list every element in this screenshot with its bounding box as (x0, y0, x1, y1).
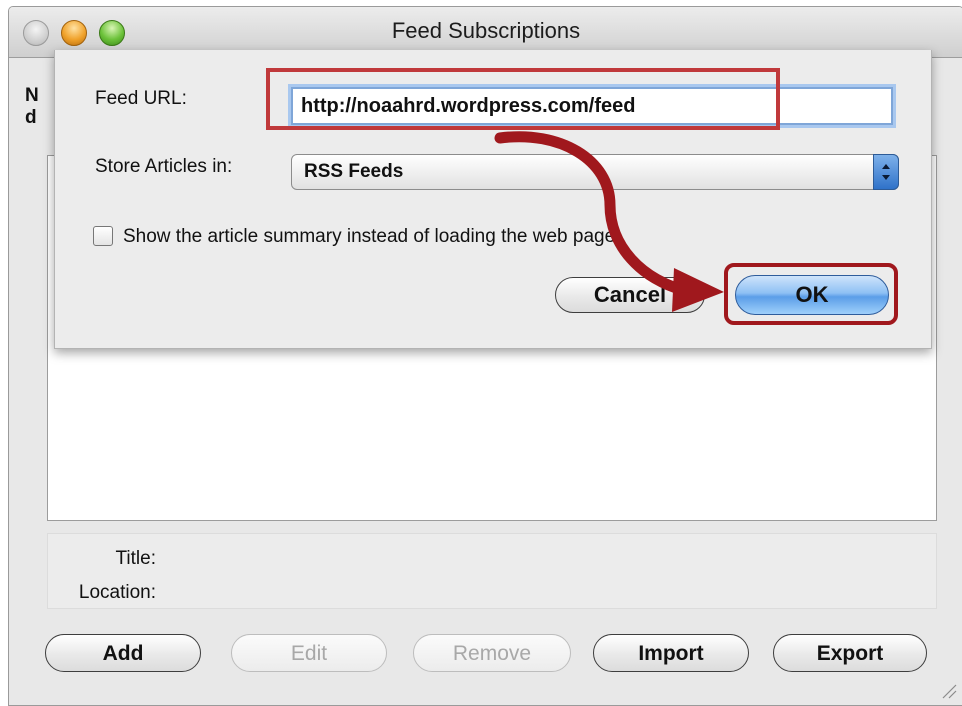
arrow-annotation-icon (494, 131, 724, 312)
